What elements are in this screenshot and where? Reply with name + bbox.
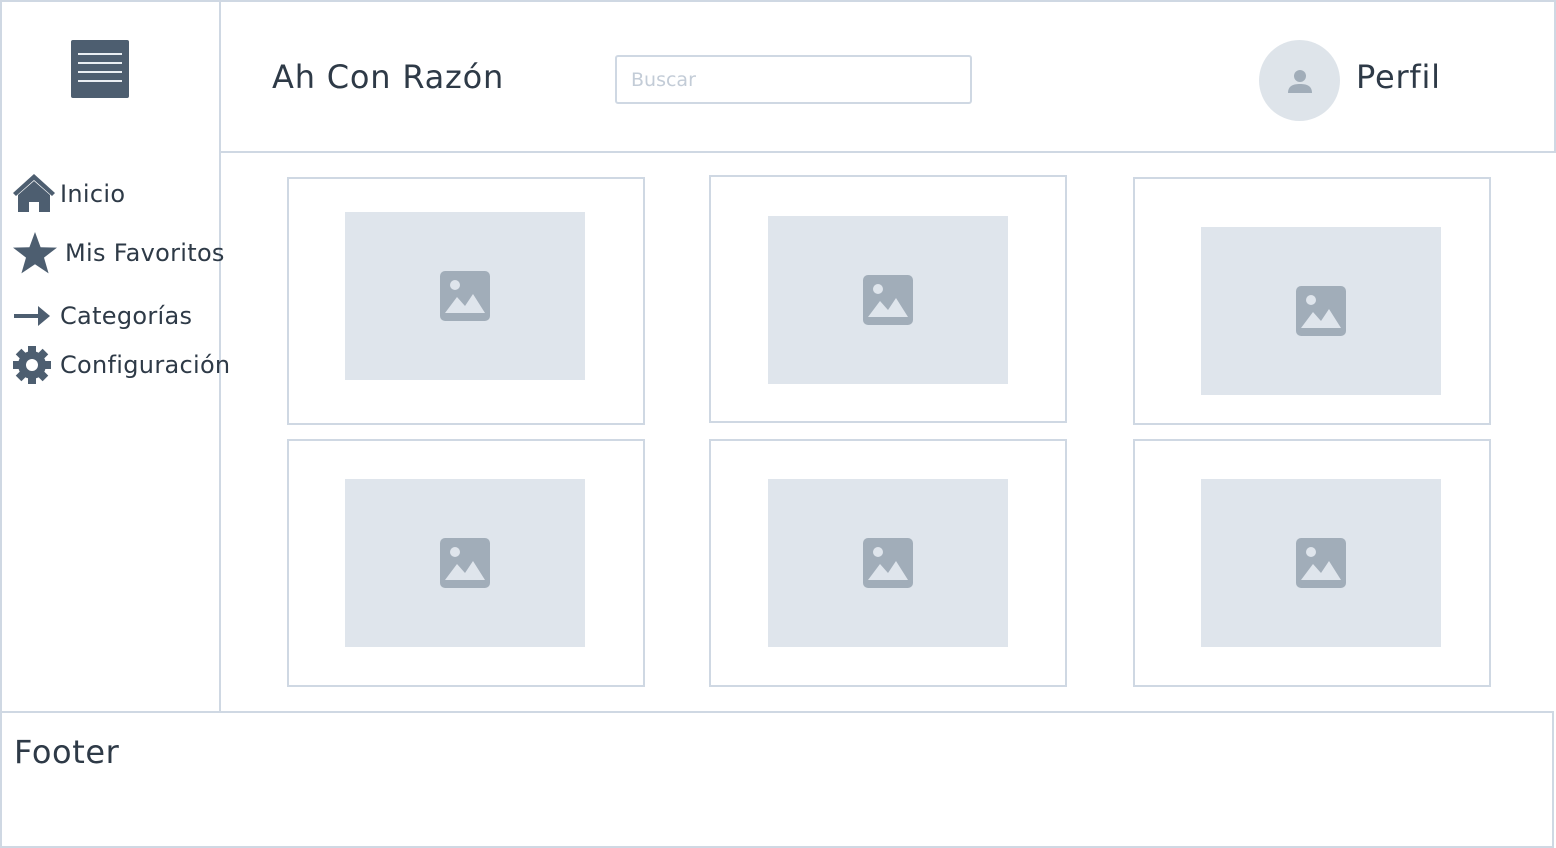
image-placeholder-icon [1296, 538, 1346, 588]
image-placeholder [1201, 479, 1441, 647]
sidebar-item-label: Inicio [60, 180, 126, 208]
footer [0, 711, 1554, 848]
sidebar-item-label: Configuración [60, 351, 231, 379]
search-input[interactable] [615, 55, 972, 104]
arrow-right-icon [14, 306, 50, 326]
sidebar-item-categorias[interactable]: Categorías [12, 294, 192, 338]
star-icon [13, 232, 57, 274]
image-card[interactable] [1133, 177, 1491, 425]
image-card[interactable] [287, 177, 645, 425]
image-placeholder [345, 212, 585, 380]
image-placeholder [345, 479, 585, 647]
sidebar-item-configuracion[interactable]: Configuración [12, 343, 230, 387]
sidebar-item-label: Categorías [60, 302, 193, 330]
image-card[interactable] [287, 439, 645, 687]
footer-label: Footer [14, 733, 120, 771]
image-card[interactable] [709, 175, 1067, 423]
image-card[interactable] [1133, 439, 1491, 687]
image-card[interactable] [709, 439, 1067, 687]
image-placeholder-icon [440, 538, 490, 588]
gear-icon [13, 346, 51, 384]
home-icon [13, 174, 55, 212]
image-placeholder [768, 216, 1008, 384]
image-placeholder [768, 479, 1008, 647]
user-icon [1287, 69, 1312, 93]
sidebar-item-mis-favoritos[interactable]: Mis Favoritos [12, 231, 225, 275]
image-placeholder-icon [863, 275, 913, 325]
image-placeholder [1201, 227, 1441, 395]
image-placeholder-icon [1296, 286, 1346, 336]
image-placeholder-icon [440, 271, 490, 321]
image-placeholder-icon [863, 538, 913, 588]
avatar[interactable] [1259, 40, 1340, 121]
app-title: Ah Con Razón [272, 58, 505, 96]
hamburger-menu-icon[interactable] [71, 40, 129, 98]
sidebar-item-label: Mis Favoritos [65, 239, 225, 267]
profile-label[interactable]: Perfil [1356, 58, 1441, 96]
sidebar-item-inicio[interactable]: Inicio [12, 172, 125, 216]
